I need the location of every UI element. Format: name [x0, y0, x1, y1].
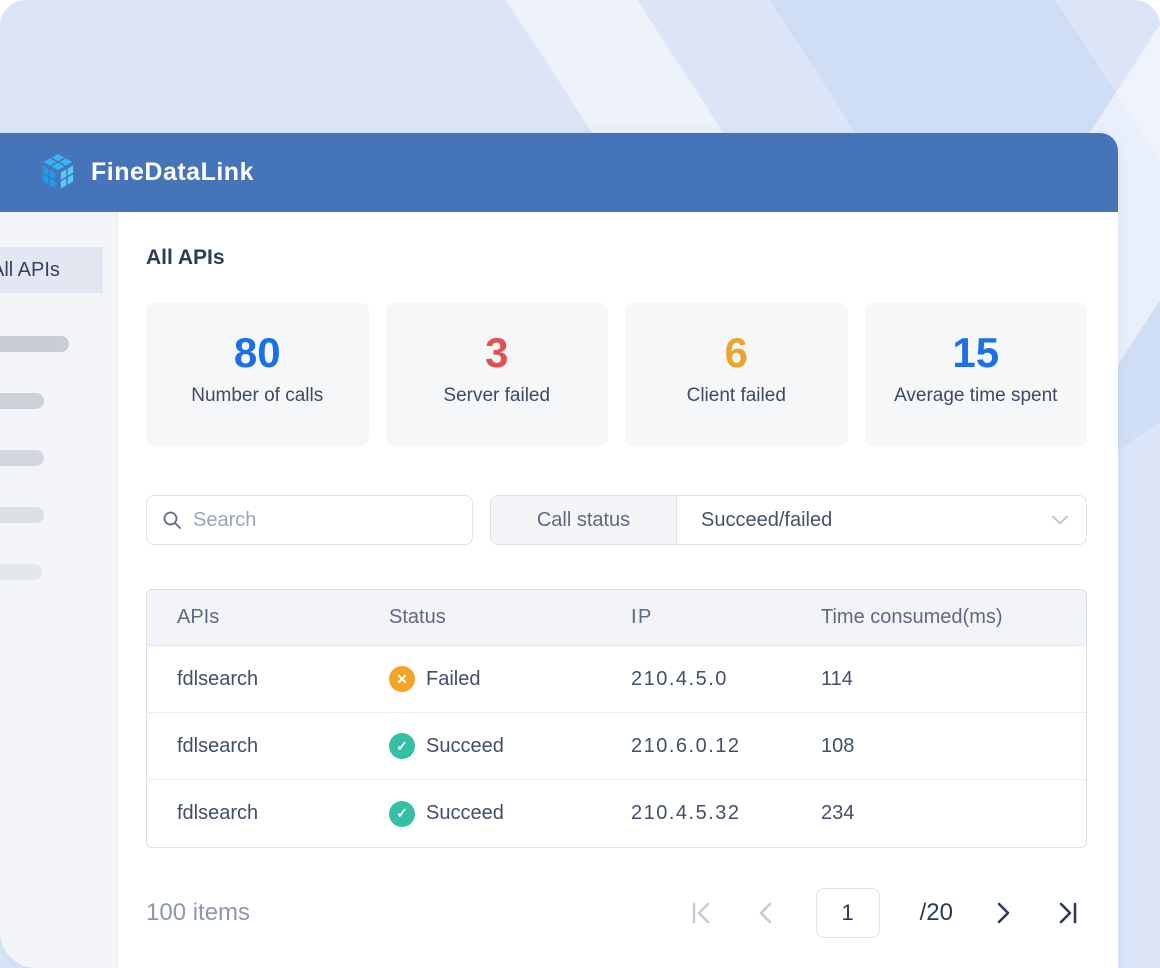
- ip-cell: 210.4.5.32: [631, 802, 821, 825]
- call-status-filter: Call status Succeed/failed: [490, 495, 1087, 545]
- stat-label: Client failed: [687, 385, 786, 407]
- sidebar-skeleton-item: [0, 564, 42, 580]
- app-header: FineDataLink: [0, 133, 1118, 212]
- stat-value: 6: [725, 330, 748, 376]
- brand-logo: [38, 151, 78, 195]
- search-box[interactable]: [146, 495, 473, 545]
- call-status-select[interactable]: Succeed/failed: [677, 496, 1086, 544]
- chevron-down-icon: [1052, 515, 1068, 525]
- status-cell: Failed: [389, 666, 631, 692]
- stat-card-client-failed: 6 Client failed: [625, 303, 848, 446]
- stat-value: 3: [485, 330, 508, 376]
- sidebar-skeleton-item: [0, 507, 44, 523]
- column-header-status: Status: [389, 606, 631, 629]
- sidebar-skeleton-item: [0, 336, 69, 352]
- time-cell: 234: [821, 802, 1086, 825]
- next-page-button[interactable]: [993, 899, 1013, 927]
- stat-label: Average time spent: [894, 385, 1057, 407]
- table-footer: 100 items /20: [146, 888, 1087, 938]
- status-text: Succeed: [426, 735, 504, 758]
- call-status-selected-value: Succeed/failed: [701, 509, 832, 532]
- check-circle-icon: [389, 733, 415, 759]
- api-name-cell: fdlsearch: [147, 668, 389, 691]
- column-header-time: Time consumed(ms): [821, 606, 1086, 629]
- search-input[interactable]: [193, 509, 457, 532]
- x-circle-icon: [389, 666, 415, 692]
- brand-name: FineDataLink: [91, 158, 254, 187]
- table-header-row: APIs Status IP Time consumed(ms): [147, 590, 1086, 646]
- stat-value: 15: [952, 330, 999, 376]
- first-page-button[interactable]: [688, 899, 716, 927]
- ip-cell: 210.4.5.0: [631, 668, 821, 691]
- sidebar-skeleton-item: [0, 393, 44, 409]
- api-name-cell: fdlsearch: [147, 735, 389, 758]
- time-cell: 108: [821, 735, 1086, 758]
- api-calls-table: APIs Status IP Time consumed(ms) fdlsear…: [146, 589, 1087, 848]
- filter-row: Call status Succeed/failed: [146, 495, 1087, 545]
- first-page-icon: [688, 899, 716, 927]
- main-content: All APIs 80 Number of calls 3 Server fai…: [118, 212, 1118, 968]
- items-count: 100 items: [146, 899, 250, 927]
- stat-label: Number of calls: [191, 385, 323, 407]
- chevron-right-icon: [993, 899, 1013, 927]
- chevron-left-icon: [756, 899, 776, 927]
- table-row[interactable]: fdlsearch Succeed 210.4.5.32 234: [147, 780, 1086, 847]
- last-page-button[interactable]: [1053, 899, 1081, 927]
- time-cell: 114: [821, 668, 1086, 691]
- search-icon: [162, 510, 182, 530]
- cube-logo-icon: [38, 151, 78, 195]
- sidebar-item-all-apis[interactable]: All APIs: [0, 247, 103, 293]
- total-pages-label: /20: [920, 899, 953, 927]
- status-text: Failed: [426, 668, 480, 691]
- stat-cards: 80 Number of calls 3 Server failed 6 Cli…: [146, 303, 1087, 446]
- table-row[interactable]: fdlsearch Succeed 210.6.0.12 108: [147, 713, 1086, 780]
- sidebar-skeleton-list: [0, 336, 117, 580]
- page-number-input[interactable]: [816, 888, 880, 938]
- page-title: All APIs: [146, 246, 1087, 270]
- status-cell: Succeed: [389, 801, 631, 827]
- last-page-icon: [1053, 899, 1081, 927]
- stat-label: Server failed: [443, 385, 550, 407]
- status-text: Succeed: [426, 802, 504, 825]
- column-header-ip: IP: [631, 606, 821, 629]
- column-header-apis: APIs: [147, 606, 389, 629]
- sidebar-item-label: All APIs: [0, 259, 60, 282]
- stat-card-number-of-calls: 80 Number of calls: [146, 303, 369, 446]
- sidebar-skeleton-item: [0, 450, 44, 466]
- stat-value: 80: [234, 330, 281, 376]
- table-row[interactable]: fdlsearch Failed 210.4.5.0 114: [147, 646, 1086, 713]
- stat-card-server-failed: 3 Server failed: [386, 303, 609, 446]
- app-window: FineDataLink All APIs All APIs 80 Number…: [0, 133, 1118, 968]
- call-status-filter-label: Call status: [491, 496, 677, 544]
- api-name-cell: fdlsearch: [147, 802, 389, 825]
- stat-card-average-time: 15 Average time spent: [865, 303, 1088, 446]
- status-cell: Succeed: [389, 733, 631, 759]
- previous-page-button[interactable]: [756, 899, 776, 927]
- check-circle-icon: [389, 801, 415, 827]
- pagination: /20: [688, 888, 1081, 938]
- ip-cell: 210.6.0.12: [631, 735, 821, 758]
- sidebar: All APIs: [0, 212, 118, 968]
